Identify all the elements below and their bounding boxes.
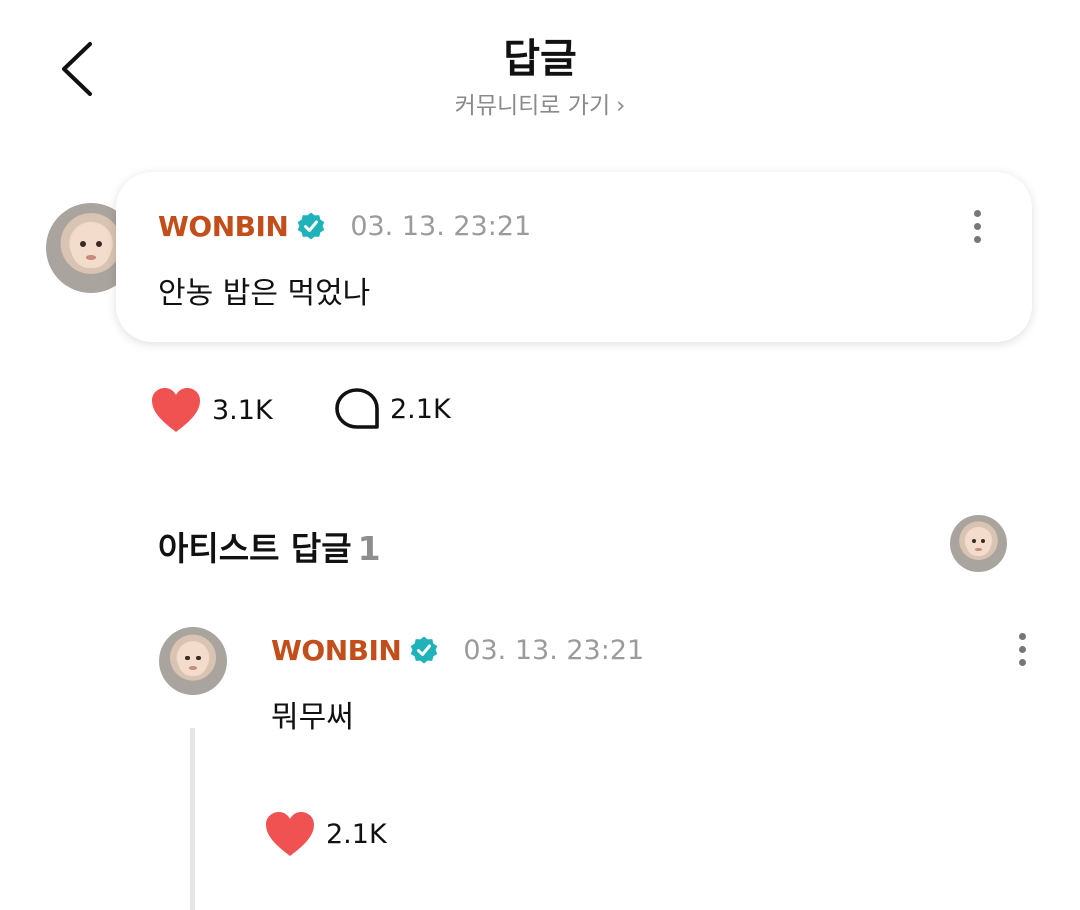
post-meta: WONBIN 03. 13. 23:21: [158, 206, 531, 246]
post-like-button[interactable]: 3.1K: [150, 386, 273, 434]
heart-icon: [266, 812, 314, 856]
reply-more-button[interactable]: [1007, 627, 1037, 671]
verified-icon: [298, 212, 325, 240]
post-date: 03. 13. 23:21: [350, 210, 532, 242]
post-comment-button[interactable]: 2.1K: [334, 387, 451, 431]
reply-author-avatar[interactable]: [159, 627, 227, 695]
reply-meta: WONBIN 03. 13. 23:21: [271, 630, 644, 670]
post-comment-count: 2.1K: [390, 393, 451, 425]
reply-like-count: 2.1K: [326, 818, 387, 850]
post-author-name[interactable]: WONBIN: [158, 210, 289, 243]
post-card: WONBIN 03. 13. 23:21 안농 밥은 먹었나: [116, 172, 1032, 342]
header: 답글 커뮤니티로 가기 ›: [0, 0, 1080, 140]
verified-icon: [411, 636, 438, 664]
post-like-count: 3.1K: [212, 394, 273, 426]
more-icon: [1018, 632, 1026, 640]
page-title: 답글: [503, 36, 577, 82]
chevron-right-icon: ›: [616, 93, 626, 119]
artist-avatar-small[interactable]: [950, 515, 1007, 572]
artist-replies-label: 아티스트 답글: [158, 529, 352, 568]
comment-icon: [335, 388, 379, 429]
reply-author-name[interactable]: WONBIN: [271, 634, 402, 667]
community-link-label: 커뮤니티로 가기: [454, 93, 611, 119]
reply-text: 뭐무써: [271, 700, 354, 735]
more-icon: [973, 209, 981, 217]
post-text: 안농 밥은 먹었나: [158, 276, 371, 311]
post-more-button[interactable]: [962, 204, 992, 248]
community-link[interactable]: 커뮤니티로 가기 ›: [0, 86, 1080, 120]
heart-icon: [152, 388, 200, 432]
reply-date: 03. 13. 23:21: [463, 634, 645, 666]
artist-replies-count: 1: [357, 529, 381, 568]
reply-like-button[interactable]: 2.1K: [264, 810, 387, 858]
thread-line: [190, 728, 195, 910]
artist-replies-heading: 아티스트 답글 1: [158, 522, 381, 570]
